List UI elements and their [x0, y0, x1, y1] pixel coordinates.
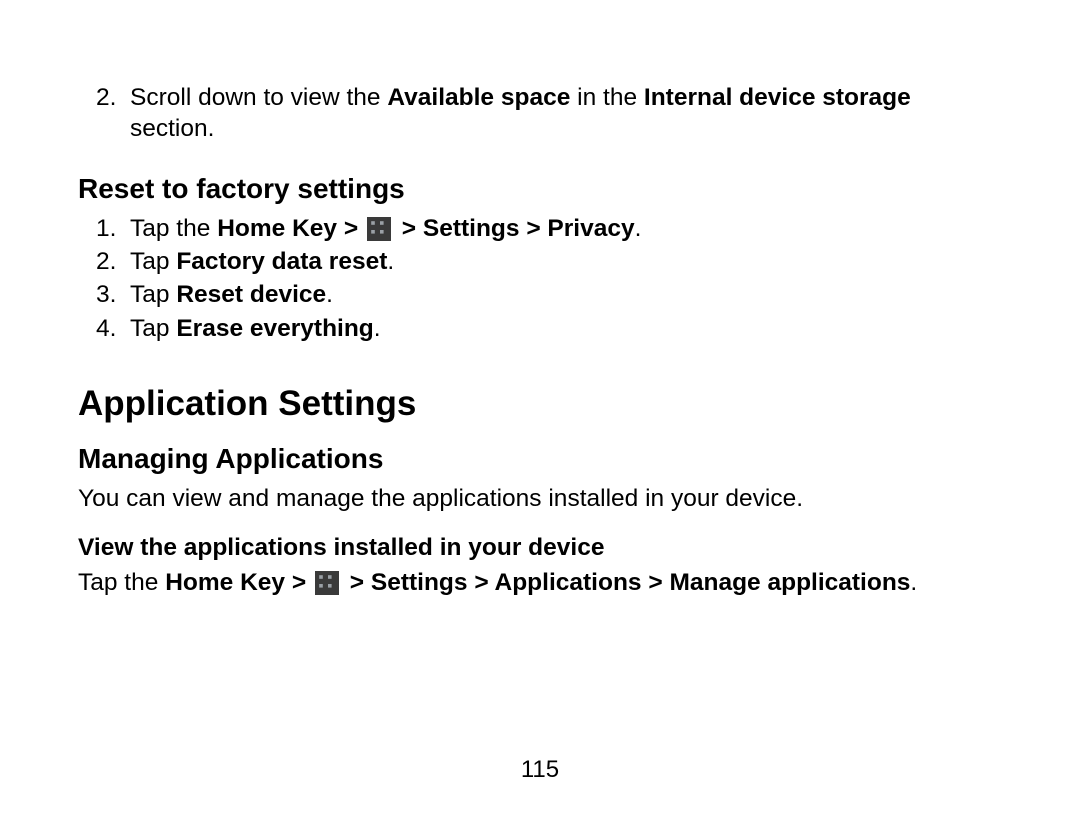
- list-text: Scroll down to view the Available space …: [130, 84, 911, 142]
- list-item: 2.Tap Factory data reset.: [78, 246, 1002, 277]
- list-text: Tap the Home Key > > Settings > Privacy.: [130, 215, 641, 242]
- list-number: 2.: [96, 82, 130, 113]
- list-number: 2.: [96, 246, 130, 277]
- reset-heading: Reset to factory settings: [78, 171, 1002, 207]
- list-text: Tap Reset device.: [130, 281, 333, 308]
- apps-grid-icon: [315, 571, 339, 595]
- document-page: 2.Scroll down to view the Available spac…: [0, 0, 1080, 822]
- list-item: 2.Scroll down to view the Available spac…: [78, 82, 1002, 145]
- list-item: 3.Tap Reset device.: [78, 279, 1002, 310]
- list-number: 3.: [96, 279, 130, 310]
- page-number: 115: [0, 756, 1080, 784]
- list-item: 4.Tap Erase everything.: [78, 313, 1002, 344]
- view-heading: View the applications installed in your …: [78, 532, 1002, 563]
- page-content: 2.Scroll down to view the Available spac…: [78, 82, 1002, 599]
- list-number: 1.: [96, 213, 130, 244]
- list-text: Tap Erase everything.: [130, 315, 381, 342]
- list-number: 4.: [96, 313, 130, 344]
- reset-steps-list: 1.Tap the Home Key > > Settings > Privac…: [78, 213, 1002, 344]
- managing-desc: You can view and manage the applications…: [78, 483, 1002, 514]
- managing-heading: Managing Applications: [78, 441, 1002, 477]
- app-settings-heading: Application Settings: [78, 382, 1002, 427]
- apps-grid-icon: [367, 217, 391, 241]
- list-item: 1.Tap the Home Key > > Settings > Privac…: [78, 213, 1002, 244]
- list-text: Tap Factory data reset.: [130, 248, 394, 275]
- top-numbered-list: 2.Scroll down to view the Available spac…: [78, 82, 1002, 145]
- view-instructions: Tap the Home Key > > Settings > Applicat…: [78, 567, 1002, 598]
